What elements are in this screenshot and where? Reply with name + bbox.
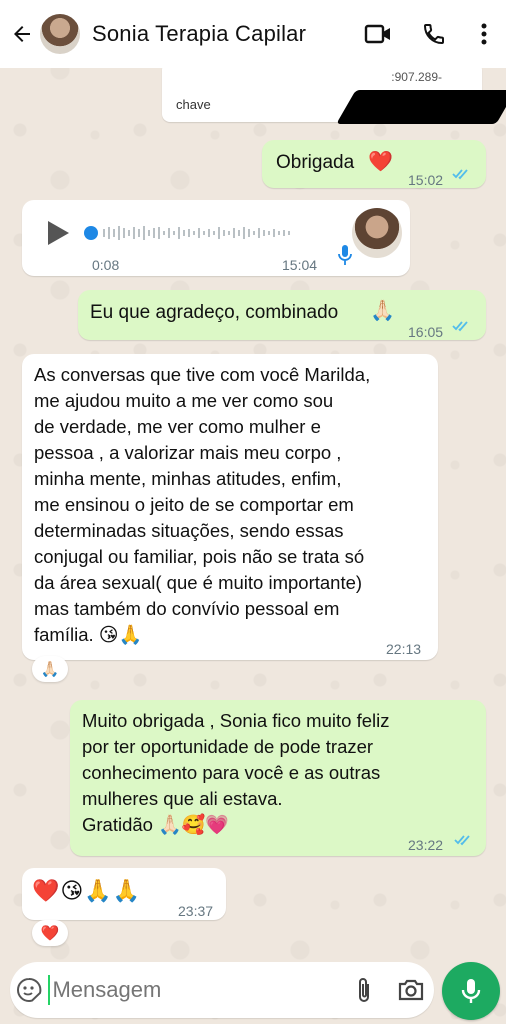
message-emoji: 🙏🏻 xyxy=(370,300,395,322)
double-check-icon xyxy=(452,169,468,180)
sender-avatar xyxy=(352,208,402,258)
message-time: 15:04 xyxy=(282,257,318,273)
message-text: Muito obrigada , Sonia fico muito feliz … xyxy=(82,710,390,836)
message-reaction[interactable]: ❤️ xyxy=(32,920,68,946)
double-check-icon xyxy=(454,835,470,846)
play-icon[interactable] xyxy=(46,220,70,254)
incoming-message[interactable]: As conversas que tive com você Marilda, … xyxy=(22,354,438,660)
more-vert-icon[interactable] xyxy=(462,0,506,68)
incoming-message[interactable]: ❤️😘🙏🙏 23:37 xyxy=(22,868,226,920)
message-text: As conversas que tive com você Marilda, … xyxy=(34,364,371,646)
message-time: 22:13 xyxy=(386,641,422,657)
message-text: Eu que agradeço, combinado xyxy=(90,302,339,323)
message-emoji: 🙏🏻🥰💗 xyxy=(158,815,230,836)
voice-message[interactable]: 0:08 15:04 xyxy=(22,200,410,276)
mic-icon xyxy=(461,979,481,1003)
chat-header: Sonia Terapia Capilar xyxy=(0,0,506,68)
video-call-icon[interactable] xyxy=(350,0,406,68)
message-time: 16:05 xyxy=(408,324,444,340)
contact-name[interactable]: Sonia Terapia Capilar xyxy=(92,21,350,47)
outgoing-message[interactable]: Obrigada ❤️ 15:02 xyxy=(262,140,486,188)
message-reaction[interactable]: 🙏🏻 xyxy=(32,656,68,682)
message-list[interactable]: :907.289- chave Obrigada ❤️ 15:02 0:08 1… xyxy=(0,62,506,958)
contact-avatar[interactable] xyxy=(40,14,80,54)
message-emoji: ❤️ xyxy=(368,151,393,173)
voice-waveform[interactable] xyxy=(82,221,302,245)
sticker-icon[interactable] xyxy=(10,977,48,1003)
message-time: 23:22 xyxy=(408,837,444,853)
message-composer xyxy=(10,962,434,1018)
voice-duration: 0:08 xyxy=(92,257,120,273)
attachment-label: chave xyxy=(176,97,211,112)
double-check-icon xyxy=(452,321,468,332)
redaction-mark xyxy=(336,90,506,124)
message-text: Obrigada xyxy=(276,152,355,173)
mic-icon xyxy=(338,244,352,274)
outgoing-message[interactable]: Eu que agradeço, combinado 🙏🏻 16:05 xyxy=(78,290,486,340)
message-time: 15:02 xyxy=(408,172,444,188)
voice-record-button[interactable] xyxy=(442,962,500,1020)
message-emoji: ❤️😘🙏🙏 xyxy=(32,878,142,903)
outgoing-message[interactable]: Muito obrigada , Sonia fico muito feliz … xyxy=(70,700,486,856)
attach-icon[interactable] xyxy=(340,976,387,1004)
message-input[interactable] xyxy=(48,975,341,1005)
back-arrow-icon[interactable] xyxy=(2,0,42,68)
camera-icon[interactable] xyxy=(387,978,434,1002)
phone-icon[interactable] xyxy=(406,0,462,68)
message-emoji: 😘🙏 xyxy=(98,625,143,646)
message-time: 23:37 xyxy=(178,903,214,919)
